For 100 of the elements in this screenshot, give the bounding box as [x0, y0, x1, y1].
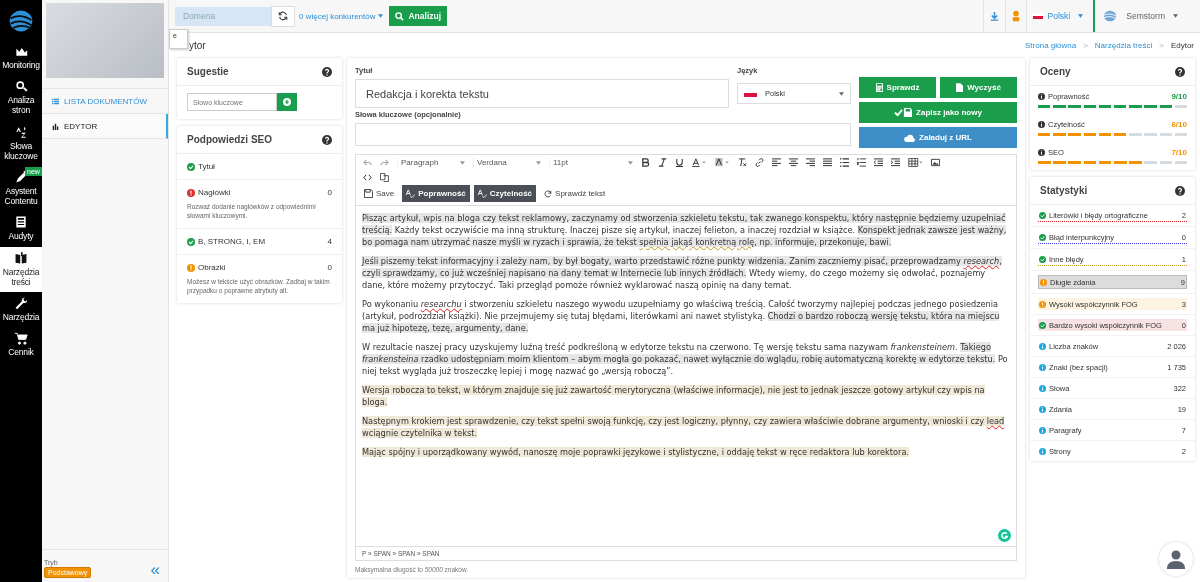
nav-item[interactable]: Audyty: [0, 211, 42, 247]
nav-icon: [14, 215, 28, 230]
align-icon[interactable]: [806, 158, 815, 167]
caret-icon: [378, 14, 384, 18]
italic-icon[interactable]: [658, 158, 667, 167]
nav-item[interactable]: Cennik: [0, 327, 42, 363]
nav-item[interactable]: Analiza stron: [0, 75, 42, 121]
nav-icon: [14, 79, 28, 94]
title-field[interactable]: Redakcja i korekta tekstu: [355, 79, 729, 108]
keywords-field[interactable]: [355, 123, 851, 146]
help-icon[interactable]: [1175, 66, 1185, 77]
bullet-list-icon[interactable]: [840, 158, 849, 167]
breadcrumb-current: Edytor: [1170, 41, 1194, 50]
copy-icon[interactable]: [380, 173, 389, 182]
nav-icon: [14, 169, 28, 184]
rating-score: 7/10: [1171, 148, 1187, 157]
caret-icon: [839, 91, 844, 96]
breadcrumb-separator: >: [1159, 41, 1164, 50]
nav-item[interactable]: Narzędzia treści: [0, 246, 42, 292]
highlight-color-icon[interactable]: [715, 158, 730, 167]
info-icon: [1038, 149, 1045, 156]
nav-item[interactable]: Monitoring: [0, 40, 42, 76]
breadcrumb-link[interactable]: Strona główna: [1025, 41, 1077, 50]
account-menu[interactable]: Semstorm: [1126, 11, 1165, 21]
hint-count: 0: [327, 263, 332, 273]
card-title: Podpowiedzi SEO: [187, 134, 272, 145]
image-icon[interactable]: [931, 158, 940, 167]
check-save-icon: [894, 108, 913, 117]
caret-icon: [1173, 14, 1178, 18]
align-icon[interactable]: [772, 158, 781, 167]
nav-icon: [14, 124, 28, 139]
info-icon: [1038, 93, 1045, 100]
nav-icon: [14, 295, 28, 310]
info-icon: [1038, 121, 1045, 128]
paragraph: Mając spójny i uporządkowany wywód, nanoszę moje poprawki językowe i stylistyczne, i oddaję tekst w ręce redaktora lub korektora.: [362, 446, 911, 458]
card-title: Oceny: [1040, 66, 1071, 77]
save-button[interactable]: Save: [360, 185, 399, 202]
submenu-item[interactable]: EDYTOR: [42, 114, 168, 139]
hint-label: Tytuł: [198, 162, 216, 171]
calculator-icon: [875, 83, 883, 92]
add-button[interactable]: [277, 93, 297, 111]
plus-circle-icon: [283, 98, 291, 106]
card-title: Sugestie: [187, 66, 229, 77]
spell-check-icon: [406, 189, 416, 198]
toggle-button[interactable]: Poprawność: [402, 185, 470, 202]
hint-count: 0: [327, 188, 332, 197]
hint-label: Obrazki: [198, 263, 227, 273]
size-select[interactable]: 11pt: [549, 158, 633, 167]
nav-item[interactable]: Słowa kluczowe: [0, 120, 42, 166]
refresh-button[interactable]: [271, 5, 295, 27]
user-avatar[interactable]: [1159, 542, 1193, 576]
paragraph: Pisząc artykuł, wpis na bloga czy tekst reklamowy, zaczynamy od stworzenia szkieletu tekstu, tak zwanego konspektu, który następnie będziemy uzupełniać treścią. Każdy tekst oczywiście ma inną strukturę. Inaczej pisze się artykuł, inaczej felieton, a inaczej rozdział w książce. Konspekt jednak zawsze jest ważny, bo pomaga nam utrzymać nasze myśli w ryzach i sprawia, że tekst spełnia jakąś konkretną rolę, np. informuje, przekonuje, bawi.: [362, 212, 1008, 248]
text-color-icon[interactable]: [692, 158, 707, 167]
breadcrumb-separator: >: [1083, 41, 1088, 50]
caret-icon: [460, 160, 465, 165]
help-icon[interactable]: [1175, 185, 1185, 196]
rating-score: 9/10: [1171, 92, 1187, 101]
format-select[interactable]: Paragraph: [397, 158, 465, 167]
globe-logo-icon: [1103, 9, 1118, 23]
align-icon[interactable]: [823, 158, 832, 167]
numbered-list-icon[interactable]: [857, 158, 866, 167]
code-icon[interactable]: [363, 173, 372, 182]
check-text-button[interactable]: Sprawdź tekst: [540, 185, 610, 202]
nav-icon: [14, 250, 28, 265]
flag-icon: [1032, 13, 1043, 19]
align-icon[interactable]: [789, 158, 798, 167]
refresh-icon: [544, 189, 553, 198]
help-icon[interactable]: [322, 66, 332, 77]
breadcrumb-link[interactable]: Narzędzia treści: [1094, 41, 1153, 50]
bold-icon[interactable]: [641, 158, 650, 167]
font-select[interactable]: Verdana: [473, 158, 541, 167]
paragraph: Następnym krokiem jest sprawdzenie, czy tekst spełni swoją funkcję, czy jest logiczny, płynny, czy zawiera właściwie dobrane argumenty, wnioski i czy lead wciągnie czytelnika w tekst.: [362, 415, 1006, 439]
grammar-check-icon[interactable]: [998, 529, 1011, 542]
competitors-link[interactable]: 0 więcej konkurentów: [299, 11, 384, 21]
download-icon[interactable]: [989, 11, 999, 21]
person-icon: [1166, 549, 1186, 569]
domain-field[interactable]: Domena: [175, 6, 271, 26]
refresh-icon: [278, 11, 288, 21]
toggle-button[interactable]: Czytelność: [473, 185, 537, 202]
spell-check-icon: [477, 189, 487, 198]
table-icon[interactable]: [908, 158, 923, 167]
underline-icon[interactable]: [675, 158, 684, 167]
indent-icon[interactable]: [891, 158, 900, 167]
paragraph: Jeśli piszemy tekst informacyjny i zależy nam, by był bogaty, warto przedstawić różne punkty widzenia. Zanim zaczniemy pisać, przeprowadzamy research, czyli sprawdzamy, co już wcześniej napisano na dany temat w Internecie lub innych źródłach. Wtedy wiemy, do czego możemy się odwołać, poznajemy dane, które możemy przytoczyć. Taki przegląd pomoże również wyklarować naszą opinię na dany temat.: [362, 255, 1003, 291]
rating-score: 6/10: [1171, 120, 1187, 129]
paragraph: Wersja robocza to tekst, w którym znajduje się już zawartość merytoryczna (właściwe informacje), nie jest to jednak jeszcze gotowy artykuł czy wpis na bloga.: [362, 384, 986, 408]
clear-format-icon[interactable]: [738, 158, 747, 167]
caret-icon: [536, 160, 541, 165]
nav-item[interactable]: Narzędzia: [0, 291, 42, 328]
caret-icon: [1078, 14, 1084, 18]
search-icon: [395, 11, 405, 21]
link-icon[interactable]: [755, 158, 764, 167]
hint-label: B, STRONG, I, EM: [198, 237, 267, 247]
logo-icon[interactable]: [8, 8, 34, 34]
load-url-button[interactable]: Załaduj z URL: [859, 127, 1017, 148]
cloud-icon: [904, 133, 916, 142]
file-icon: [956, 83, 964, 92]
list-icon: [52, 97, 59, 105]
help-icon[interactable]: [322, 134, 332, 145]
outdent-icon[interactable]: [874, 158, 883, 167]
